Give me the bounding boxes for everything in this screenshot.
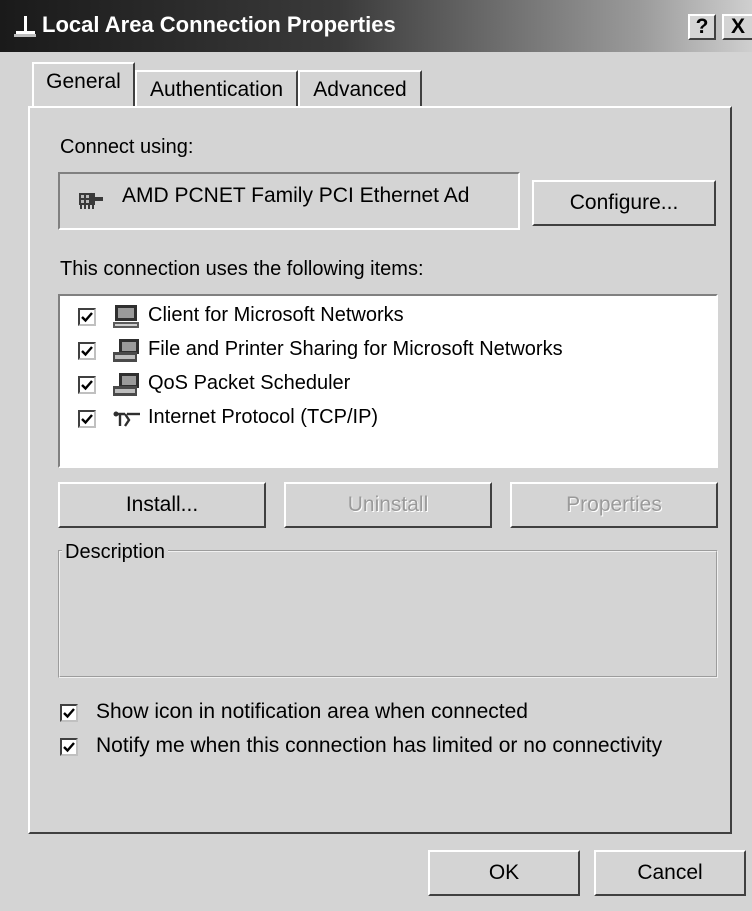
network-card-icon — [79, 193, 103, 209]
connection-items-list[interactable]: Client for Microsoft Networks File and P… — [58, 294, 718, 468]
computer-client-icon — [113, 305, 139, 328]
adapter-name: AMD PCNET Family PCI Ethernet Ad — [122, 184, 470, 207]
check-icon — [63, 742, 75, 753]
show-icon-checkbox[interactable] — [60, 704, 78, 722]
check-icon — [63, 708, 75, 719]
item-label: QoS Packet Scheduler — [148, 372, 351, 394]
tab-general[interactable]: General — [32, 62, 135, 106]
item-checkbox[interactable] — [78, 410, 96, 428]
item-checkbox[interactable] — [78, 308, 96, 326]
description-legend: Description — [62, 541, 169, 564]
properties-dialog: Local Area Connection Properties ? X Gen… — [0, 0, 752, 911]
notify-option[interactable]: Notify me when this connection has limit… — [60, 734, 720, 762]
uninstall-button[interactable]: Uninstall — [284, 482, 492, 528]
tab-advanced[interactable]: Advanced — [298, 70, 422, 108]
notify-label: Notify me when this connection has limit… — [96, 734, 663, 757]
window-title: Local Area Connection Properties — [42, 12, 396, 37]
show-icon-option[interactable]: Show icon in notification area when conn… — [60, 700, 720, 728]
check-icon — [81, 312, 93, 323]
tab-authentication[interactable]: Authentication — [135, 70, 298, 108]
ok-button[interactable]: OK — [428, 850, 580, 896]
items-label: This connection uses the following items… — [60, 258, 424, 280]
description-group — [58, 550, 718, 678]
check-icon — [81, 380, 93, 391]
list-item[interactable]: File and Printer Sharing for Microsoft N… — [78, 336, 698, 366]
install-button[interactable]: Install... — [58, 482, 266, 528]
network-connection-icon — [14, 16, 36, 37]
help-button[interactable]: ? — [688, 14, 716, 40]
title-bar[interactable]: Local Area Connection Properties ? X — [0, 0, 752, 52]
list-item[interactable]: Internet Protocol (TCP/IP) — [78, 404, 698, 434]
computer-service-icon — [113, 339, 139, 362]
check-icon — [81, 346, 93, 357]
adapter-field: AMD PCNET Family PCI Ethernet Ad — [58, 172, 520, 230]
item-label: File and Printer Sharing for Microsoft N… — [148, 338, 563, 360]
list-item[interactable]: QoS Packet Scheduler — [78, 370, 698, 400]
check-icon — [81, 414, 93, 425]
notify-checkbox[interactable] — [60, 738, 78, 756]
computer-service-icon — [113, 373, 139, 396]
list-item[interactable]: Client for Microsoft Networks — [78, 302, 698, 332]
cancel-button[interactable]: Cancel — [594, 850, 746, 896]
properties-button[interactable]: Properties — [510, 482, 718, 528]
item-label: Client for Microsoft Networks — [148, 304, 404, 326]
close-button[interactable]: X — [722, 14, 752, 40]
item-checkbox[interactable] — [78, 342, 96, 360]
connect-using-label: Connect using: — [60, 136, 194, 158]
show-icon-label: Show icon in notification area when conn… — [96, 700, 528, 723]
configure-button[interactable]: Configure... — [532, 180, 716, 226]
network-protocol-icon — [113, 411, 140, 427]
item-checkbox[interactable] — [78, 376, 96, 394]
item-label: Internet Protocol (TCP/IP) — [148, 406, 379, 428]
